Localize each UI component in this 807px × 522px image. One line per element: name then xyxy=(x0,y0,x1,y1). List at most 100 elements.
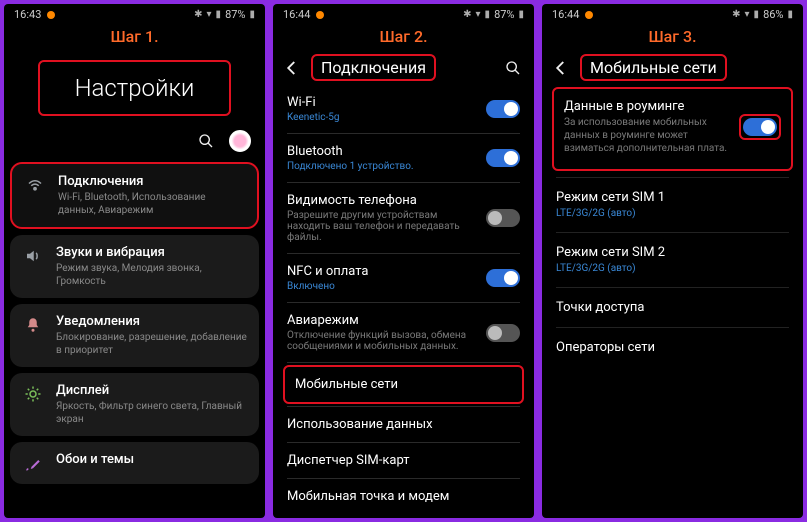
signal-icon: ▮ xyxy=(216,9,222,20)
row-title: Bluetooth xyxy=(287,144,476,159)
row-data-usage[interactable]: Использование данных xyxy=(273,407,534,442)
row-sim-manager[interactable]: Диспетчер SIM-карт xyxy=(273,443,534,478)
status-bar: 16:44 ✱ ▾ ▮ 87% ▮ xyxy=(273,4,534,23)
settings-item-connections[interactable]: Подключения Wi-Fi, Bluetooth, Использова… xyxy=(10,162,259,229)
search-button[interactable] xyxy=(195,130,217,152)
back-button[interactable] xyxy=(279,55,305,81)
row-title: Режим сети SIM 2 xyxy=(556,245,789,260)
status-time: 16:44 xyxy=(552,8,579,21)
settings-item-themes[interactable]: Обои и темы xyxy=(10,442,259,484)
panel-step-1: 16:43 ✱ ▾ ▮ 87% ▮ Шаг 1. Настройки Подкл… xyxy=(4,4,265,518)
settings-item-title: Подключения xyxy=(58,174,245,189)
row-sub: LTE/3G/2G (авто) xyxy=(556,262,789,275)
battery-text: 86% xyxy=(763,8,783,21)
toggle-airplane[interactable] xyxy=(486,324,520,342)
settings-list: Подключения Wi-Fi, Bluetooth, Использова… xyxy=(4,162,265,484)
row-title: Мобильная точка и модем xyxy=(287,489,449,504)
recording-dot-icon xyxy=(47,11,55,19)
toggle-visibility[interactable] xyxy=(486,209,520,227)
row-airplane[interactable]: Авиарежим Отключение функций вызова, обм… xyxy=(273,303,534,362)
recording-dot-icon xyxy=(316,11,324,19)
row-title: Диспетчер SIM-карт xyxy=(287,453,410,468)
row-mobile-networks[interactable]: Мобильные сети xyxy=(289,371,518,398)
nav-title-box: Подключения xyxy=(311,54,436,81)
row-title: Wi-Fi xyxy=(287,95,476,110)
row-title: Режим сети SIM 1 xyxy=(556,190,789,205)
toggle-roaming[interactable] xyxy=(743,118,777,136)
profile-avatar[interactable] xyxy=(229,130,251,152)
status-time: 16:44 xyxy=(283,8,310,21)
connections-list: Wi-Fi Keenetic-5g Bluetooth Подключено 1… xyxy=(273,83,534,516)
nav-header: Подключения xyxy=(273,50,534,83)
row-sub: Разрешите другим устройствам находить ва… xyxy=(287,210,476,243)
row-title: Мобильные сети xyxy=(295,377,398,392)
brush-icon xyxy=(22,452,44,474)
settings-item-sub: Блокирование, разрешение, добавление в п… xyxy=(56,331,247,357)
status-bar: 16:44 ✱ ▾ ▮ 86% ▮ xyxy=(542,4,803,23)
chevron-left-icon xyxy=(283,59,301,77)
settings-item-notifications[interactable]: Уведомления Блокирование, разрешение, до… xyxy=(10,304,259,367)
row-sim2-mode[interactable]: Режим сети SIM 2 LTE/3G/2G (авто) xyxy=(542,233,803,287)
row-nfc[interactable]: NFC и оплата Включено xyxy=(273,254,534,302)
row-title: NFC и оплата xyxy=(287,264,476,279)
settings-item-sounds[interactable]: Звуки и вибрация Режим звука, Мелодия зв… xyxy=(10,235,259,298)
row-apn[interactable]: Точки доступа xyxy=(542,288,803,327)
signal-icon: ▮ xyxy=(754,9,760,20)
back-button[interactable] xyxy=(548,55,574,81)
settings-item-sub: Wi-Fi, Bluetooth, Использование данных, … xyxy=(58,191,245,217)
row-mobile-networks-box: Мобильные сети xyxy=(283,365,524,404)
row-title: Данные в роуминге xyxy=(564,99,729,114)
settings-item-display[interactable]: Дисплей Яркость, Фильтр синего света, Гл… xyxy=(10,373,259,436)
search-button[interactable] xyxy=(502,57,524,79)
search-icon xyxy=(198,133,214,149)
sound-icon xyxy=(22,245,44,267)
row-title: Операторы сети xyxy=(556,340,655,355)
row-roaming[interactable]: Данные в роуминге За использование мобил… xyxy=(558,95,787,159)
wifi-icon: ▾ xyxy=(745,9,750,20)
settings-item-sub: Режим звука, Мелодия звонка, Громкость xyxy=(56,262,247,288)
wifi-icon xyxy=(24,174,46,196)
toggle-wifi[interactable] xyxy=(486,100,520,118)
row-sim1-mode[interactable]: Режим сети SIM 1 LTE/3G/2G (авто) xyxy=(542,178,803,232)
settings-item-title: Звуки и вибрация xyxy=(56,245,247,260)
nav-title-box: Мобильные сети xyxy=(580,54,727,81)
step-label: Шаг 2. xyxy=(273,23,534,50)
row-sub: Отключение функций вызова, обмена сообще… xyxy=(287,330,476,352)
row-operators[interactable]: Операторы сети xyxy=(542,328,803,367)
step-label: Шаг 3. xyxy=(542,23,803,50)
status-time: 16:43 xyxy=(14,8,41,21)
settings-item-title: Уведомления xyxy=(56,314,247,329)
nav-title: Мобильные сети xyxy=(590,58,717,77)
status-bar: 16:43 ✱ ▾ ▮ 87% ▮ xyxy=(4,4,265,23)
search-icon xyxy=(505,60,521,76)
row-title: Авиарежим xyxy=(287,313,476,328)
row-sub: За использование мобильных данных в роум… xyxy=(564,116,729,155)
roaming-block: Данные в роуминге За использование мобил… xyxy=(552,87,793,171)
page-title: Настройки xyxy=(56,74,213,102)
row-title: Точки доступа xyxy=(556,300,644,315)
row-hotspot[interactable]: Мобильная точка и модем xyxy=(273,479,534,514)
bluetooth-icon: ✱ xyxy=(194,9,202,20)
recording-dot-icon xyxy=(585,11,593,19)
row-bluetooth[interactable]: Bluetooth Подключено 1 устройство. xyxy=(273,134,534,182)
chevron-left-icon xyxy=(552,59,570,77)
settings-item-sub: Яркость, Фильтр синего света, Главный эк… xyxy=(56,400,247,426)
nav-title: Подключения xyxy=(321,58,426,77)
step-label: Шаг 1. xyxy=(4,23,265,50)
row-visibility[interactable]: Видимость телефона Разрешите другим устр… xyxy=(273,183,534,253)
settings-item-title: Обои и темы xyxy=(56,452,134,467)
battery-text: 87% xyxy=(494,8,514,21)
battery-icon: ▮ xyxy=(787,9,793,20)
row-sub: LTE/3G/2G (авто) xyxy=(556,207,789,220)
row-title: Видимость телефона xyxy=(287,193,476,208)
panel-step-3: 16:44 ✱ ▾ ▮ 86% ▮ Шаг 3. Мобильные сети … xyxy=(542,4,803,518)
toggle-bluetooth[interactable] xyxy=(486,149,520,167)
bluetooth-icon: ✱ xyxy=(732,9,740,20)
nav-header: Мобильные сети xyxy=(542,50,803,83)
sun-icon xyxy=(22,383,44,405)
toggle-nfc[interactable] xyxy=(486,269,520,287)
wifi-icon: ▾ xyxy=(476,9,481,20)
row-sub: Подключено 1 устройство. xyxy=(287,161,476,172)
battery-icon: ▮ xyxy=(249,9,255,20)
row-wifi[interactable]: Wi-Fi Keenetic-5g xyxy=(273,85,534,133)
